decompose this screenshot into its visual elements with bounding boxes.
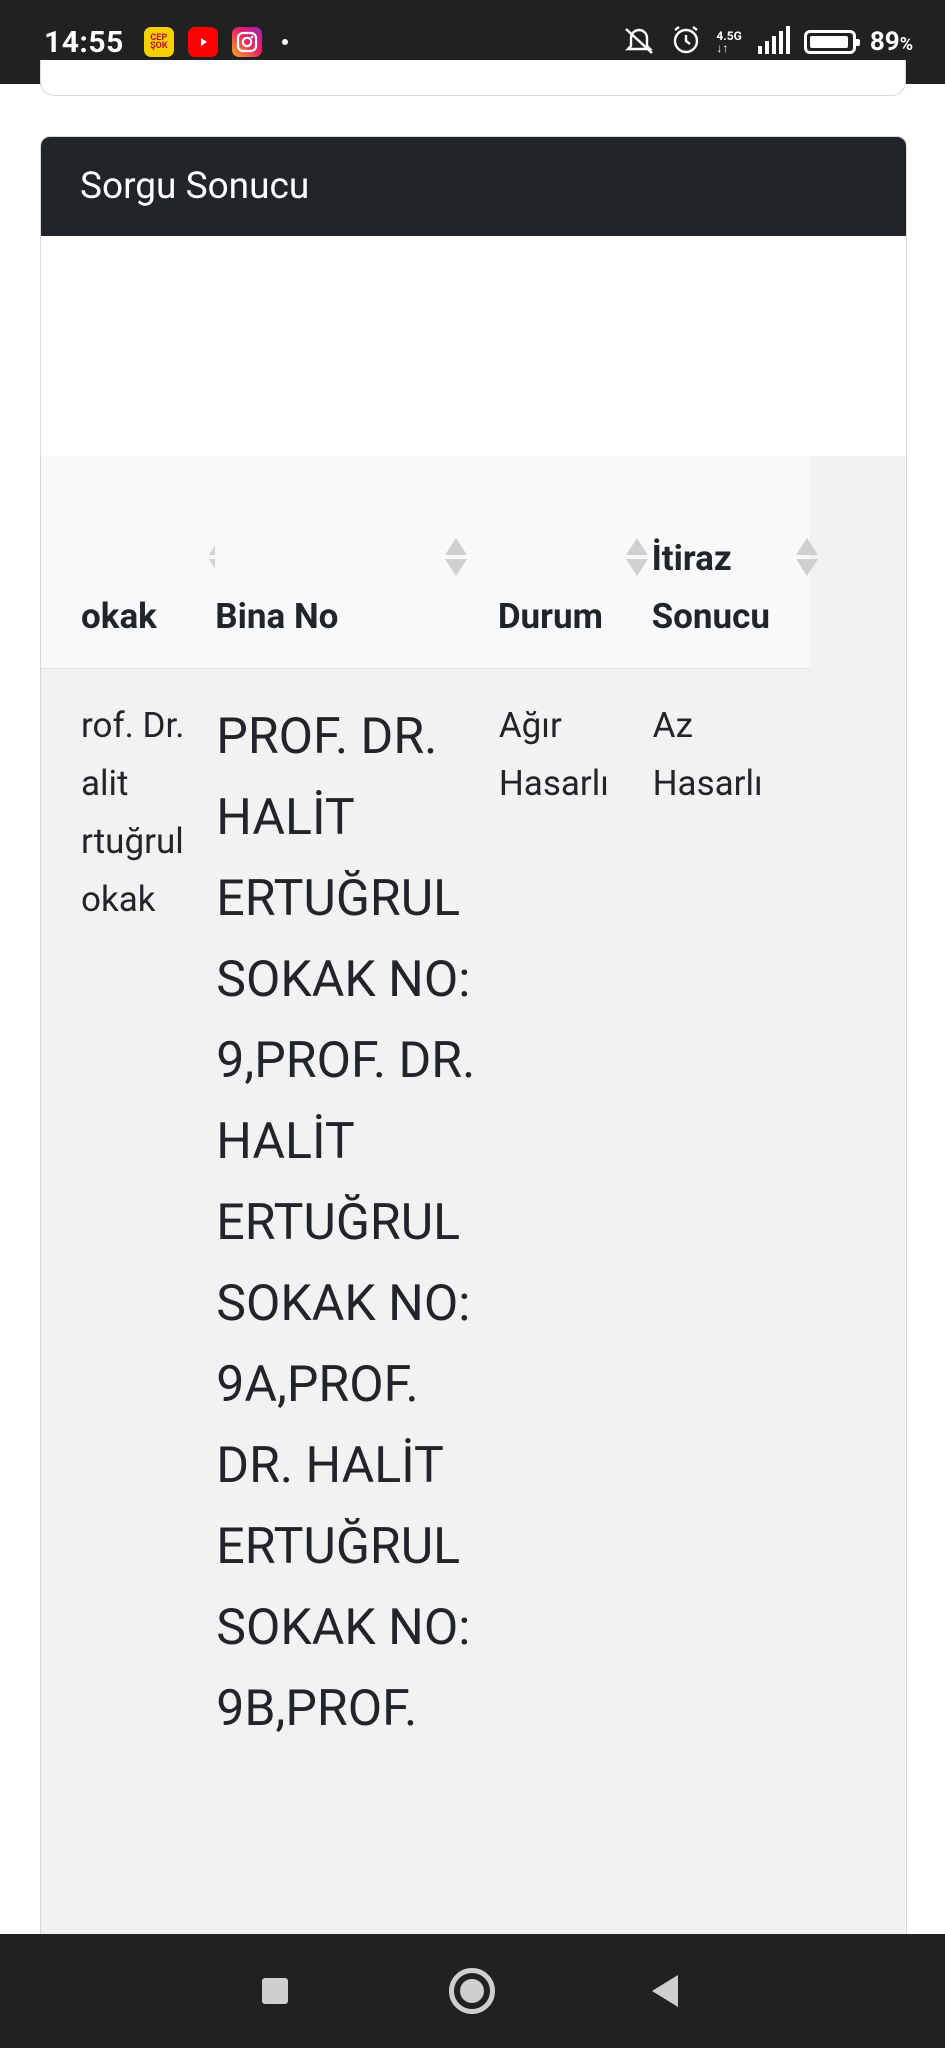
navigation-bar bbox=[0, 1934, 945, 2048]
column-header-durum[interactable]: Durum bbox=[497, 456, 652, 669]
sort-icon[interactable] bbox=[626, 538, 646, 576]
signal-icon bbox=[756, 26, 790, 58]
youtube-app-icon bbox=[187, 27, 218, 57]
table-row: rof. Dr. alit rtuğrul okak PROF. DR. HAL… bbox=[41, 668, 810, 1751]
result-card: Sorgu Sonucu okak Bina No Durum İtiraz S… bbox=[40, 136, 907, 1936]
column-header-sokak[interactable]: okak bbox=[41, 456, 216, 669]
cell-itiraz-sonucu: Az Hasarlı bbox=[652, 704, 763, 804]
card-spacer bbox=[41, 236, 906, 456]
clock: 14:55 bbox=[44, 24, 124, 60]
muted-icon bbox=[622, 25, 656, 59]
back-button[interactable] bbox=[620, 1934, 710, 2048]
previous-card-edge bbox=[40, 60, 906, 96]
sort-icon[interactable] bbox=[445, 538, 465, 576]
home-button[interactable] bbox=[427, 1934, 517, 2048]
system-status-icons: 4.5G ↓↑ 89% bbox=[622, 24, 913, 60]
more-notifications-dot bbox=[281, 39, 288, 45]
home-icon bbox=[449, 1968, 495, 2014]
recent-apps-icon bbox=[262, 1978, 288, 2004]
battery-percent: 89% bbox=[869, 27, 913, 57]
alarm-icon bbox=[670, 24, 702, 60]
battery-icon bbox=[803, 30, 860, 54]
table-header-row: okak Bina No Durum İtiraz Sonucu bbox=[41, 456, 810, 669]
card-header: Sorgu Sonucu bbox=[41, 137, 906, 236]
cell-sokak: rof. Dr. alit rtuğrul okak bbox=[81, 704, 185, 920]
card-title: Sorgu Sonucu bbox=[80, 165, 310, 208]
cell-bina-no: PROF. DR. HALİT ERTUĞRUL SOKAK NO: 9,PRO… bbox=[216, 707, 476, 1738]
cell-durum: Ağır Hasarlı bbox=[498, 704, 609, 804]
notification-icons: CEP ŞOK bbox=[143, 27, 288, 57]
back-icon bbox=[652, 1975, 678, 2007]
sort-icon[interactable] bbox=[796, 538, 816, 576]
results-table-scroll[interactable]: okak Bina No Durum İtiraz Sonucu rof. Dr… bbox=[41, 456, 906, 1935]
recent-apps-button[interactable] bbox=[230, 1934, 320, 2048]
column-header-bina-no[interactable]: Bina No bbox=[215, 456, 498, 669]
network-type: 4.5G ↓↑ bbox=[716, 29, 742, 55]
instagram-app-icon bbox=[231, 27, 262, 57]
results-table: okak Bina No Durum İtiraz Sonucu rof. Dr… bbox=[41, 456, 810, 1751]
cepte-sok-app-icon: CEP ŞOK bbox=[143, 27, 174, 57]
column-header-itiraz-sonucu[interactable]: İtiraz Sonucu bbox=[651, 456, 810, 669]
